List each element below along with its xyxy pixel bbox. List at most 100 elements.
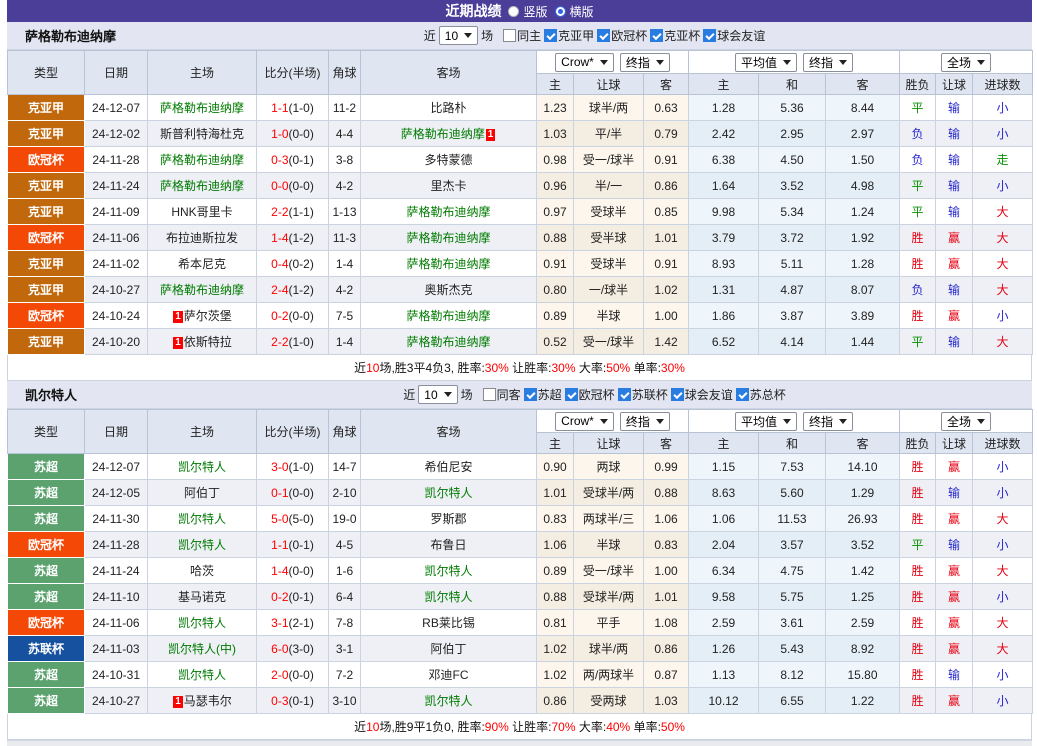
team-cell: 凯尔特人 <box>361 480 537 506</box>
layout-option-vertical[interactable]: 竖版 <box>508 3 547 20</box>
titlebar: 近期战绩 竖版 横版 <box>7 0 1032 22</box>
scope-select[interactable]: 全场 <box>941 412 991 431</box>
halftime-score: (1-0) <box>289 335 314 349</box>
recent-count-select[interactable]: 10 <box>439 26 478 45</box>
avg-home-odds: 6.52 <box>689 329 759 355</box>
checkbox-icon <box>503 29 516 42</box>
result-cell: 平 <box>900 532 936 558</box>
filter-controls: 近10场同客苏超欧冠杯苏联杯球会友谊苏总杯 <box>253 385 785 404</box>
corner-cell: 14-7 <box>329 454 361 480</box>
fulltime-score: 0-2 <box>271 309 288 323</box>
goals-cell: 小 <box>973 688 1033 714</box>
handicap-result-cell: 输 <box>936 277 973 303</box>
radio-icon-vertical[interactable] <box>508 6 519 17</box>
summary-segment: 50% <box>661 720 685 734</box>
summary-segment: 30% <box>661 361 685 375</box>
scope-select[interactable]: 全场 <box>941 53 991 72</box>
crow-home-odds: 0.86 <box>537 688 574 714</box>
avg-home-odds: 6.34 <box>689 558 759 584</box>
fulltime-score: 0-1 <box>271 486 288 500</box>
bookmaker-select[interactable]: Crow* <box>555 412 614 431</box>
league-cell: 苏超 <box>8 584 85 610</box>
average-period-select[interactable]: 终指 <box>803 412 853 431</box>
date-cell: 24-11-03 <box>85 636 148 662</box>
col-header: 客场 <box>361 51 537 95</box>
table-row: 苏超24-11-24哈茨1-4(0-0)1-6凯尔特人0.89受一/球半1.00… <box>8 558 1033 584</box>
col-subheader: 胜负 <box>900 433 936 454</box>
summary-segment: 场,胜9平1负0, 胜率: <box>379 718 484 735</box>
average-period-select[interactable]: 终指 <box>803 53 853 72</box>
summary-segment: 近 <box>354 718 366 735</box>
league-filter-欧冠杯[interactable]: 欧冠杯 <box>565 386 615 403</box>
crow-away-odds: 1.08 <box>644 610 689 636</box>
bookmaker-select[interactable]: Crow* <box>555 53 614 72</box>
fulltime-score: 0-3 <box>271 153 288 167</box>
team-name: 萨格勒布迪纳摩 <box>406 205 490 219</box>
crow-away-odds: 0.91 <box>644 147 689 173</box>
same-venue-checkbox[interactable]: 同客 <box>483 386 521 403</box>
avg-home-odds: 1.86 <box>689 303 759 329</box>
halftime-score: (0-0) <box>289 179 314 193</box>
corner-cell: 19-0 <box>329 506 361 532</box>
team-name: 凯尔特人 <box>424 694 472 708</box>
result-cell: 胜 <box>900 610 936 636</box>
league-filter-欧冠杯[interactable]: 欧冠杯 <box>597 27 647 44</box>
halftime-score: (0-2) <box>289 257 314 271</box>
handicap-result-cell: 赢 <box>936 303 973 329</box>
corner-cell: 11-3 <box>329 225 361 251</box>
avg-draw-odds: 2.95 <box>759 121 826 147</box>
handicap-cell: 受球半 <box>574 199 644 225</box>
league-filter-克亚甲[interactable]: 克亚甲 <box>544 27 594 44</box>
league-filter-球会友谊[interactable]: 球会友谊 <box>671 386 733 403</box>
league-filter-苏联杯[interactable]: 苏联杯 <box>618 386 668 403</box>
date-cell: 24-11-02 <box>85 251 148 277</box>
avg-away-odds: 1.25 <box>826 584 900 610</box>
avg-away-odds: 1.50 <box>826 147 900 173</box>
date-cell: 24-11-28 <box>85 532 148 558</box>
corner-cell: 7-8 <box>329 610 361 636</box>
crow-away-odds: 0.91 <box>644 251 689 277</box>
score-cell: 3-0(1-0) <box>257 454 329 480</box>
crow-home-odds: 0.98 <box>537 147 574 173</box>
col-subheader: 进球数 <box>973 433 1033 454</box>
layout-option-horizontal[interactable]: 横版 <box>555 3 594 20</box>
league-filter-苏超[interactable]: 苏超 <box>524 386 562 403</box>
handicap-result-cell: 输 <box>936 532 973 558</box>
radio-icon-horizontal[interactable] <box>555 6 566 17</box>
fulltime-score: 3-0 <box>271 460 288 474</box>
near-label: 近 <box>403 386 415 403</box>
league-cell: 克亚甲 <box>8 173 85 199</box>
summary-segment: 大率: <box>576 359 607 376</box>
team-section-2: 凯尔特人近10场同客苏超欧冠杯苏联杯球会友谊苏总杯类型日期主场比分(半场)角球客… <box>7 381 1032 740</box>
team-cell: 凯尔特人 <box>148 532 257 558</box>
handicap-cell: 受球半/两 <box>574 584 644 610</box>
team-name: 萨格勒布迪纳摩 <box>406 309 490 323</box>
red-card-badge: 1 <box>173 311 183 323</box>
col-header: 日期 <box>85 51 148 95</box>
bookmaker-period-select[interactable]: 终指 <box>620 53 670 72</box>
crow-away-odds: 1.01 <box>644 225 689 251</box>
team-name: 阿伯丁 <box>430 642 466 656</box>
league-filter-球会友谊[interactable]: 球会友谊 <box>703 27 765 44</box>
league-filter-苏总杯[interactable]: 苏总杯 <box>736 386 786 403</box>
team-cell: 基马诺克 <box>148 584 257 610</box>
goals-cell: 大 <box>973 610 1033 636</box>
col-subheader: 主 <box>689 74 759 95</box>
league-cell: 苏超 <box>8 558 85 584</box>
table-row: 欧冠杯24-11-06布拉迪斯拉发1-4(1-2)11-3萨格勒布迪纳摩0.88… <box>8 225 1033 251</box>
result-cell: 胜 <box>900 225 936 251</box>
corner-cell: 1-6 <box>329 558 361 584</box>
checkbox-icon <box>650 29 663 42</box>
average-select[interactable]: 平均值 <box>735 53 797 72</box>
average-select[interactable]: 平均值 <box>735 412 797 431</box>
same-venue-checkbox[interactable]: 同主 <box>503 27 541 44</box>
recent-count-select[interactable]: 10 <box>418 385 457 404</box>
bookmaker-period-select[interactable]: 终指 <box>620 412 670 431</box>
avg-draw-odds: 11.53 <box>759 506 826 532</box>
corner-cell: 1-4 <box>329 329 361 355</box>
table-row: 欧冠杯24-11-06凯尔特人3-1(2-1)7-8RB莱比锡0.81平手1.0… <box>8 610 1033 636</box>
league-cell: 苏联杯 <box>8 636 85 662</box>
fulltime-score: 1-1 <box>271 538 288 552</box>
league-filter-克亚杯[interactable]: 克亚杯 <box>650 27 700 44</box>
col-subheader: 客 <box>826 433 900 454</box>
